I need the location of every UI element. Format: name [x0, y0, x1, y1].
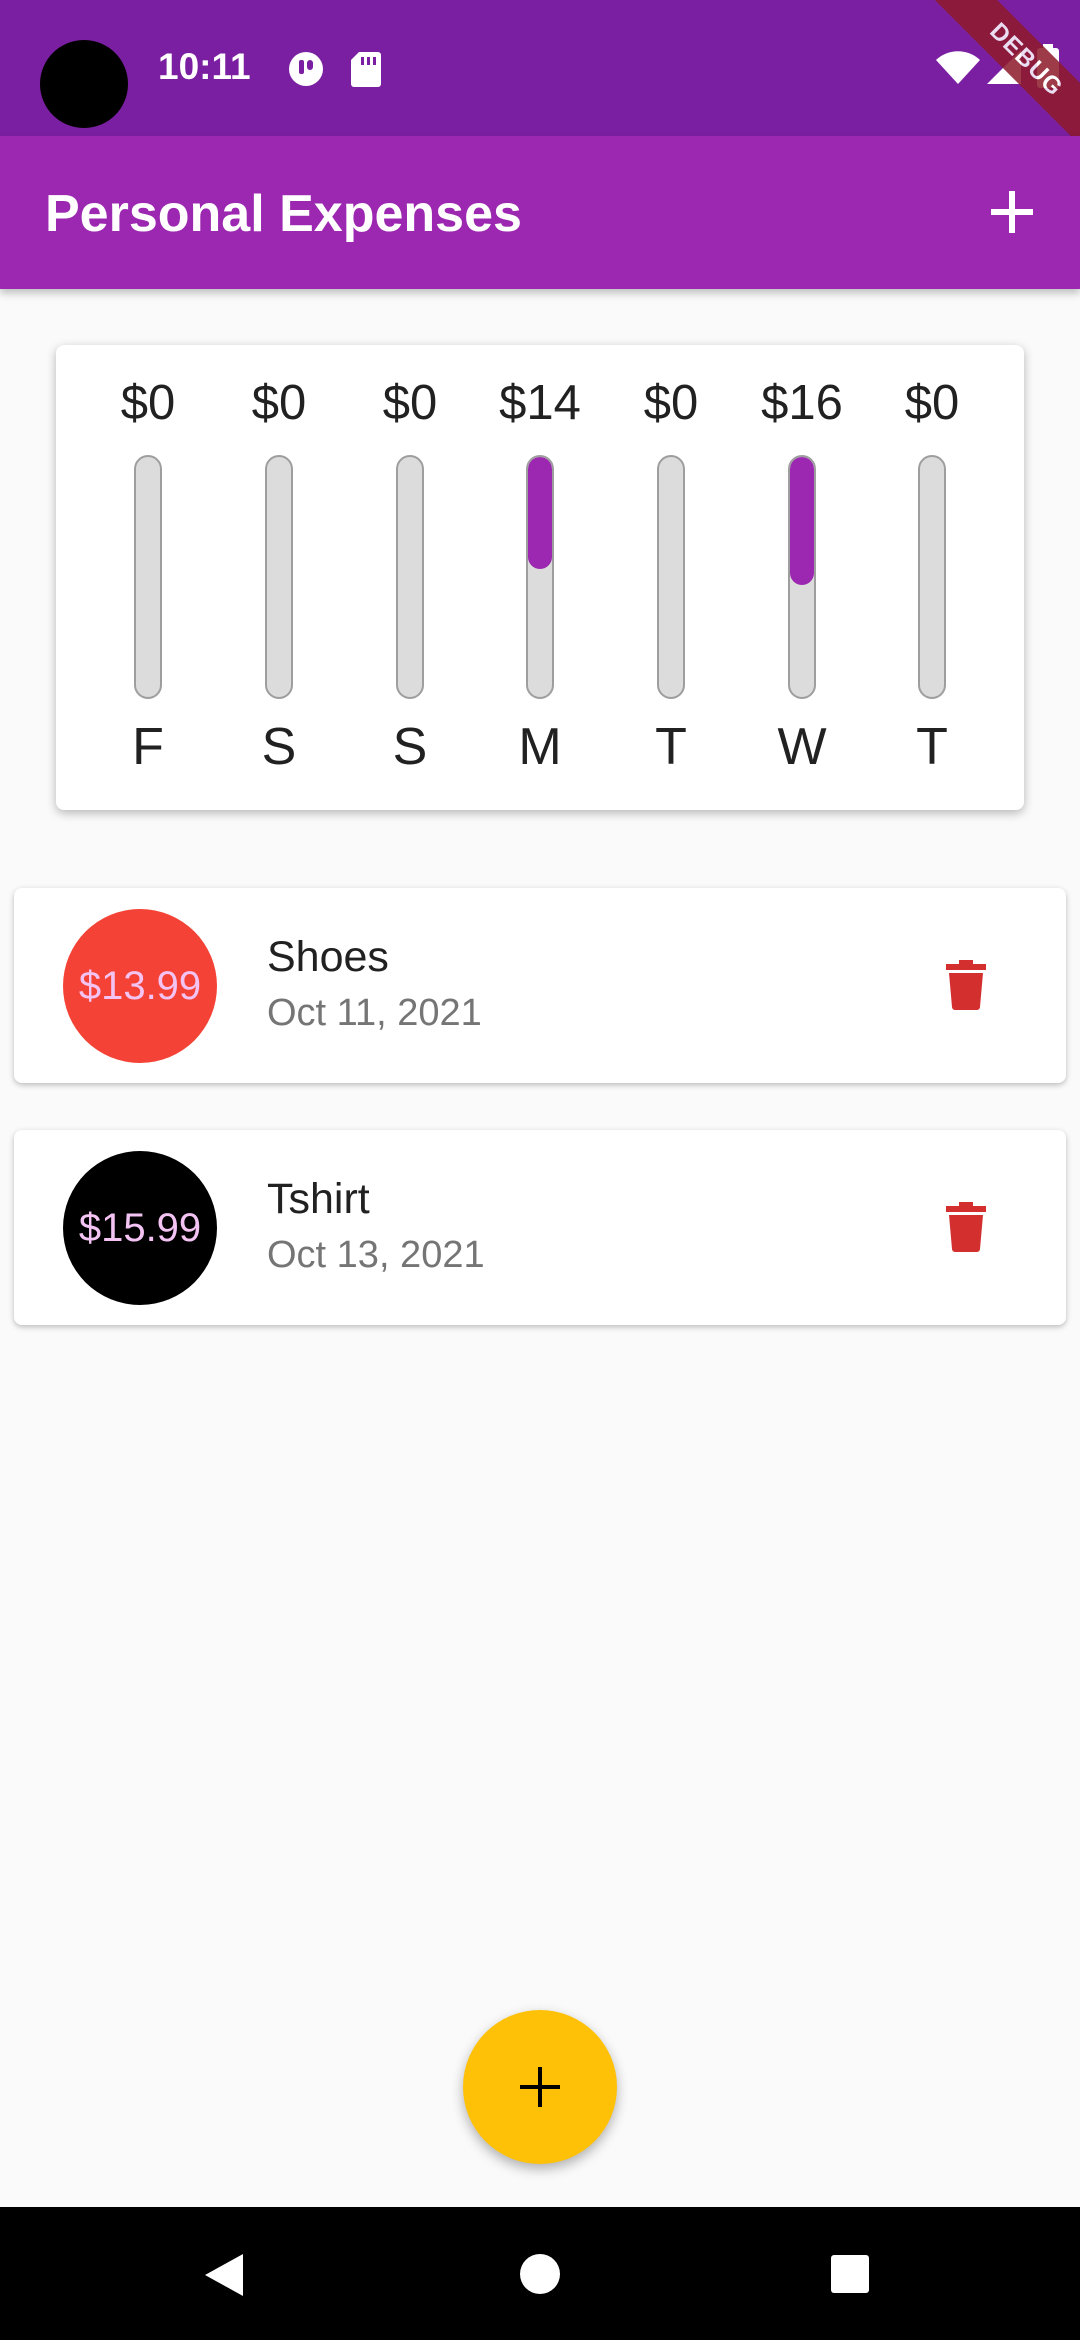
delete-button[interactable]: [926, 945, 1006, 1025]
recents-icon[interactable]: [830, 2254, 870, 2294]
chart-bar-column: $0 S: [360, 345, 460, 810]
sd-card-icon: [351, 52, 381, 87]
bar-amount-label: $0: [904, 376, 960, 430]
amount-avatar: $13.99: [63, 909, 217, 1063]
bar-day-label: T: [655, 718, 687, 776]
home-icon[interactable]: [519, 2253, 561, 2295]
bar-amount-label: $0: [120, 376, 176, 430]
chart-bar-column: $14 M: [490, 345, 590, 810]
notification-app-icon: [289, 52, 323, 86]
bar-day-label: W: [777, 718, 827, 776]
bar-day-label: T: [916, 718, 948, 776]
bar-track: [134, 455, 162, 699]
bar-day-label: F: [132, 718, 164, 776]
bar-track: [396, 455, 424, 699]
chart-bar-column: $0 F: [98, 345, 198, 810]
bar-fill: [528, 457, 552, 569]
bar-fill: [790, 457, 814, 585]
bar-day-label: S: [261, 718, 297, 776]
bar-track: [526, 455, 554, 699]
app-bar: Personal Expenses: [0, 136, 1080, 289]
bar-track: [788, 455, 816, 699]
bar-day-label: M: [518, 718, 562, 776]
plus-icon: [520, 2067, 560, 2107]
status-time: 10:11: [158, 46, 251, 87]
transaction-title: Tshirt: [267, 1175, 370, 1223]
camera-hole-icon: [40, 40, 128, 128]
transaction-card: $13.99 Shoes Oct 11, 2021: [14, 888, 1066, 1083]
add-expense-fab[interactable]: [463, 2010, 617, 2164]
delete-button[interactable]: [926, 1187, 1006, 1267]
chart-bar-column: $0 T: [882, 345, 982, 810]
page-title: Personal Expenses: [45, 185, 522, 243]
transaction-date: Oct 13, 2021: [267, 1234, 485, 1276]
bar-amount-label: $0: [382, 376, 438, 430]
bar-track: [265, 455, 293, 699]
navigation-bar: [0, 2207, 1080, 2340]
bar-day-label: S: [392, 718, 428, 776]
trash-icon: [946, 960, 986, 1010]
bar-amount-label: $0: [643, 376, 699, 430]
transaction-date: Oct 11, 2021: [267, 992, 482, 1034]
chart-bar-column: $0 S: [229, 345, 329, 810]
add-transaction-button[interactable]: [966, 166, 1058, 258]
chart-bar-column: $0 T: [621, 345, 721, 810]
trash-icon: [946, 1202, 986, 1252]
transaction-title: Shoes: [267, 933, 389, 981]
bar-amount-label: $16: [761, 376, 843, 430]
bar-track: [918, 455, 946, 699]
bar-track: [657, 455, 685, 699]
amount-avatar: $15.99: [63, 1151, 217, 1305]
back-icon[interactable]: [203, 2252, 247, 2298]
bar-amount-label: $14: [499, 376, 581, 430]
plus-icon: [991, 191, 1033, 233]
chart-bar-column: $16 W: [752, 345, 852, 810]
weekly-chart-card: $0 F $0 S $0 S $14 M $0 T $16 W $0 T: [56, 345, 1024, 810]
bar-amount-label: $0: [251, 376, 307, 430]
transaction-card: $15.99 Tshirt Oct 13, 2021: [14, 1130, 1066, 1325]
